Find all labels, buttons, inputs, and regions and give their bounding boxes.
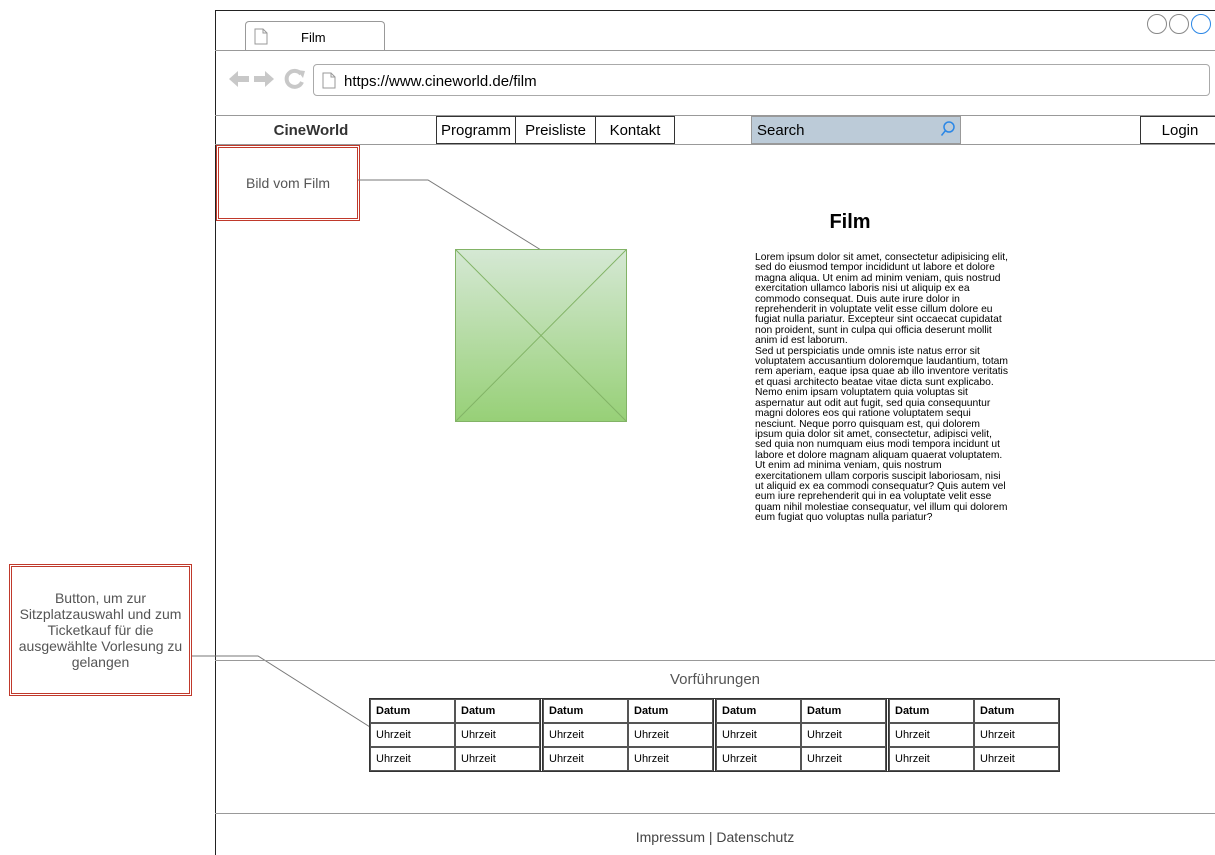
date-header: Datum bbox=[889, 699, 974, 723]
annotation-button-note: Button, um zur Sitzplatzauswahl und zum … bbox=[11, 566, 190, 694]
date-header: Datum bbox=[370, 699, 455, 723]
showtime-button[interactable]: Uhrzeit bbox=[716, 747, 801, 771]
film-title: Film bbox=[829, 211, 871, 233]
showtime-button[interactable]: Uhrzeit bbox=[889, 723, 974, 747]
showtime-button[interactable]: Uhrzeit bbox=[455, 747, 540, 771]
showtime-button[interactable]: Uhrzeit bbox=[543, 747, 628, 771]
showings-table: Datum Datum Uhrzeit Uhrzeit Uhrzeit Uhrz… bbox=[369, 698, 1060, 772]
showings-group: Datum Datum Uhrzeit Uhrzeit Uhrzeit Uhrz… bbox=[543, 699, 716, 771]
showings-group: Datum Datum Uhrzeit Uhrzeit Uhrzeit Uhrz… bbox=[370, 699, 543, 771]
film-paragraph: Lorem ipsum dolor sit amet, consectetur … bbox=[755, 252, 1008, 347]
showtime-button[interactable]: Uhrzeit bbox=[974, 723, 1059, 747]
showtime-button[interactable]: Uhrzeit bbox=[543, 723, 628, 747]
showtime-button[interactable]: Uhrzeit bbox=[801, 723, 886, 747]
showtime-button[interactable]: Uhrzeit bbox=[974, 747, 1059, 771]
showtime-button[interactable]: Uhrzeit bbox=[716, 723, 801, 747]
section-divider bbox=[215, 660, 1215, 661]
date-header: Datum bbox=[974, 699, 1059, 723]
showtime-button[interactable]: Uhrzeit bbox=[455, 723, 540, 747]
showtime-button[interactable]: Uhrzeit bbox=[628, 747, 713, 771]
date-header: Datum bbox=[628, 699, 713, 723]
showings-group: Datum Datum Uhrzeit Uhrzeit Uhrzeit Uhrz… bbox=[716, 699, 889, 771]
showtime-button[interactable]: Uhrzeit bbox=[628, 723, 713, 747]
footer-divider bbox=[215, 813, 1215, 814]
date-header: Datum bbox=[455, 699, 540, 723]
showings-group: Datum Datum Uhrzeit Uhrzeit Uhrzeit Uhrz… bbox=[889, 699, 1059, 771]
date-header: Datum bbox=[801, 699, 886, 723]
film-paragraph: Sed ut perspiciatis unde omnis iste natu… bbox=[755, 345, 1008, 524]
showtime-button[interactable]: Uhrzeit bbox=[370, 723, 455, 747]
date-header: Datum bbox=[716, 699, 801, 723]
film-description: Lorem ipsum dolor sit amet, consectetur … bbox=[755, 252, 1010, 524]
showings-title: Vorführungen bbox=[669, 671, 761, 688]
footer-links[interactable]: Impressum | Datenschutz bbox=[560, 829, 870, 845]
date-header: Datum bbox=[543, 699, 628, 723]
showtime-button[interactable]: Uhrzeit bbox=[801, 747, 886, 771]
showtime-button[interactable]: Uhrzeit bbox=[889, 747, 974, 771]
film-image-placeholder bbox=[455, 249, 627, 422]
showtime-button[interactable]: Uhrzeit bbox=[370, 747, 455, 771]
